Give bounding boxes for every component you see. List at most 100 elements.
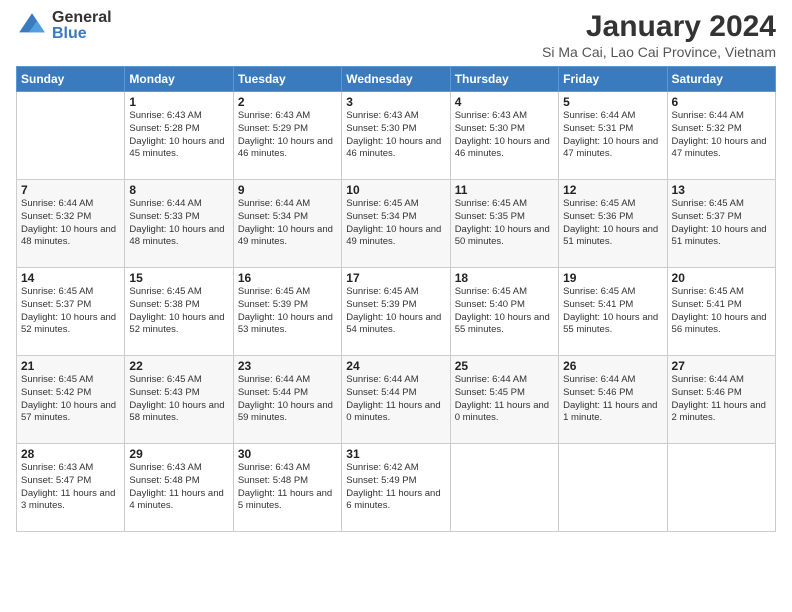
calendar-day-27: 27Sunrise: 6:44 AMSunset: 5:46 PMDayligh… — [667, 356, 775, 444]
day-info: Sunrise: 6:44 AMSunset: 5:46 PMDaylight:… — [672, 374, 771, 425]
calendar-day-1: 1Sunrise: 6:43 AMSunset: 5:28 PMDaylight… — [125, 92, 233, 180]
day-number: 15 — [129, 271, 228, 285]
day-number: 14 — [21, 271, 120, 285]
calendar-day-5: 5Sunrise: 6:44 AMSunset: 5:31 PMDaylight… — [559, 92, 667, 180]
calendar-header-friday: Friday — [559, 67, 667, 92]
calendar-day-6: 6Sunrise: 6:44 AMSunset: 5:32 PMDaylight… — [667, 92, 775, 180]
calendar-day-9: 9Sunrise: 6:44 AMSunset: 5:34 PMDaylight… — [233, 180, 341, 268]
day-number: 3 — [346, 95, 445, 109]
day-info: Sunrise: 6:43 AMSunset: 5:30 PMDaylight:… — [346, 110, 445, 161]
day-number: 29 — [129, 447, 228, 461]
calendar-day-23: 23Sunrise: 6:44 AMSunset: 5:44 PMDayligh… — [233, 356, 341, 444]
day-info: Sunrise: 6:45 AMSunset: 5:38 PMDaylight:… — [129, 286, 228, 337]
day-number: 7 — [21, 183, 120, 197]
day-info: Sunrise: 6:43 AMSunset: 5:47 PMDaylight:… — [21, 462, 120, 513]
day-info: Sunrise: 6:44 AMSunset: 5:45 PMDaylight:… — [455, 374, 554, 425]
calendar-body: 1Sunrise: 6:43 AMSunset: 5:28 PMDaylight… — [17, 92, 776, 532]
title-block: January 2024 Si Ma Cai, Lao Cai Province… — [542, 10, 776, 60]
calendar-day-8: 8Sunrise: 6:44 AMSunset: 5:33 PMDaylight… — [125, 180, 233, 268]
calendar-week-4: 21Sunrise: 6:45 AMSunset: 5:42 PMDayligh… — [17, 356, 776, 444]
day-info: Sunrise: 6:45 AMSunset: 5:41 PMDaylight:… — [672, 286, 771, 337]
day-number: 19 — [563, 271, 662, 285]
day-info: Sunrise: 6:45 AMSunset: 5:42 PMDaylight:… — [21, 374, 120, 425]
day-info: Sunrise: 6:44 AMSunset: 5:32 PMDaylight:… — [672, 110, 771, 161]
day-info: Sunrise: 6:45 AMSunset: 5:39 PMDaylight:… — [238, 286, 337, 337]
day-number: 2 — [238, 95, 337, 109]
day-number: 12 — [563, 183, 662, 197]
day-info: Sunrise: 6:44 AMSunset: 5:31 PMDaylight:… — [563, 110, 662, 161]
day-number: 1 — [129, 95, 228, 109]
day-number: 16 — [238, 271, 337, 285]
calendar-week-5: 28Sunrise: 6:43 AMSunset: 5:47 PMDayligh… — [17, 444, 776, 532]
day-number: 20 — [672, 271, 771, 285]
calendar-header-row: SundayMondayTuesdayWednesdayThursdayFrid… — [17, 67, 776, 92]
calendar-day-31: 31Sunrise: 6:42 AMSunset: 5:49 PMDayligh… — [342, 444, 450, 532]
day-number: 13 — [672, 183, 771, 197]
day-info: Sunrise: 6:44 AMSunset: 5:33 PMDaylight:… — [129, 198, 228, 249]
day-info: Sunrise: 6:45 AMSunset: 5:37 PMDaylight:… — [21, 286, 120, 337]
calendar-day-2: 2Sunrise: 6:43 AMSunset: 5:29 PMDaylight… — [233, 92, 341, 180]
empty-cell — [17, 92, 125, 180]
calendar-week-1: 1Sunrise: 6:43 AMSunset: 5:28 PMDaylight… — [17, 92, 776, 180]
day-number: 17 — [346, 271, 445, 285]
calendar-header-tuesday: Tuesday — [233, 67, 341, 92]
calendar-header-monday: Monday — [125, 67, 233, 92]
calendar-day-26: 26Sunrise: 6:44 AMSunset: 5:46 PMDayligh… — [559, 356, 667, 444]
day-info: Sunrise: 6:44 AMSunset: 5:32 PMDaylight:… — [21, 198, 120, 249]
day-info: Sunrise: 6:42 AMSunset: 5:49 PMDaylight:… — [346, 462, 445, 513]
day-number: 4 — [455, 95, 554, 109]
day-info: Sunrise: 6:43 AMSunset: 5:48 PMDaylight:… — [129, 462, 228, 513]
day-number: 26 — [563, 359, 662, 373]
calendar-day-7: 7Sunrise: 6:44 AMSunset: 5:32 PMDaylight… — [17, 180, 125, 268]
day-info: Sunrise: 6:45 AMSunset: 5:36 PMDaylight:… — [563, 198, 662, 249]
calendar-day-30: 30Sunrise: 6:43 AMSunset: 5:48 PMDayligh… — [233, 444, 341, 532]
calendar-day-21: 21Sunrise: 6:45 AMSunset: 5:42 PMDayligh… — [17, 356, 125, 444]
empty-cell — [450, 444, 558, 532]
day-info: Sunrise: 6:45 AMSunset: 5:34 PMDaylight:… — [346, 198, 445, 249]
logo-general: General — [52, 10, 112, 26]
day-info: Sunrise: 6:45 AMSunset: 5:37 PMDaylight:… — [672, 198, 771, 249]
day-number: 8 — [129, 183, 228, 197]
calendar-day-11: 11Sunrise: 6:45 AMSunset: 5:35 PMDayligh… — [450, 180, 558, 268]
calendar-day-17: 17Sunrise: 6:45 AMSunset: 5:39 PMDayligh… — [342, 268, 450, 356]
logo-text: General Blue — [52, 10, 112, 42]
day-info: Sunrise: 6:45 AMSunset: 5:43 PMDaylight:… — [129, 374, 228, 425]
calendar-day-28: 28Sunrise: 6:43 AMSunset: 5:47 PMDayligh… — [17, 444, 125, 532]
calendar-header-saturday: Saturday — [667, 67, 775, 92]
day-info: Sunrise: 6:45 AMSunset: 5:41 PMDaylight:… — [563, 286, 662, 337]
day-number: 10 — [346, 183, 445, 197]
day-info: Sunrise: 6:45 AMSunset: 5:35 PMDaylight:… — [455, 198, 554, 249]
day-number: 18 — [455, 271, 554, 285]
calendar-day-22: 22Sunrise: 6:45 AMSunset: 5:43 PMDayligh… — [125, 356, 233, 444]
calendar-table: SundayMondayTuesdayWednesdayThursdayFrid… — [16, 66, 776, 532]
day-info: Sunrise: 6:43 AMSunset: 5:30 PMDaylight:… — [455, 110, 554, 161]
day-info: Sunrise: 6:43 AMSunset: 5:48 PMDaylight:… — [238, 462, 337, 513]
day-number: 31 — [346, 447, 445, 461]
day-number: 24 — [346, 359, 445, 373]
day-number: 21 — [21, 359, 120, 373]
calendar-day-19: 19Sunrise: 6:45 AMSunset: 5:41 PMDayligh… — [559, 268, 667, 356]
day-number: 9 — [238, 183, 337, 197]
day-info: Sunrise: 6:43 AMSunset: 5:28 PMDaylight:… — [129, 110, 228, 161]
empty-cell — [559, 444, 667, 532]
day-info: Sunrise: 6:44 AMSunset: 5:34 PMDaylight:… — [238, 198, 337, 249]
calendar-day-12: 12Sunrise: 6:45 AMSunset: 5:36 PMDayligh… — [559, 180, 667, 268]
day-info: Sunrise: 6:43 AMSunset: 5:29 PMDaylight:… — [238, 110, 337, 161]
day-number: 5 — [563, 95, 662, 109]
calendar-day-24: 24Sunrise: 6:44 AMSunset: 5:44 PMDayligh… — [342, 356, 450, 444]
day-info: Sunrise: 6:44 AMSunset: 5:46 PMDaylight:… — [563, 374, 662, 425]
day-number: 28 — [21, 447, 120, 461]
day-info: Sunrise: 6:45 AMSunset: 5:40 PMDaylight:… — [455, 286, 554, 337]
empty-cell — [667, 444, 775, 532]
calendar-week-3: 14Sunrise: 6:45 AMSunset: 5:37 PMDayligh… — [17, 268, 776, 356]
day-info: Sunrise: 6:45 AMSunset: 5:39 PMDaylight:… — [346, 286, 445, 337]
page: General Blue January 2024 Si Ma Cai, Lao… — [0, 0, 792, 612]
logo: General Blue — [16, 10, 112, 42]
calendar-day-18: 18Sunrise: 6:45 AMSunset: 5:40 PMDayligh… — [450, 268, 558, 356]
day-info: Sunrise: 6:44 AMSunset: 5:44 PMDaylight:… — [346, 374, 445, 425]
calendar-header-thursday: Thursday — [450, 67, 558, 92]
day-info: Sunrise: 6:44 AMSunset: 5:44 PMDaylight:… — [238, 374, 337, 425]
logo-icon — [16, 10, 48, 42]
calendar-day-16: 16Sunrise: 6:45 AMSunset: 5:39 PMDayligh… — [233, 268, 341, 356]
header: General Blue January 2024 Si Ma Cai, Lao… — [16, 10, 776, 60]
